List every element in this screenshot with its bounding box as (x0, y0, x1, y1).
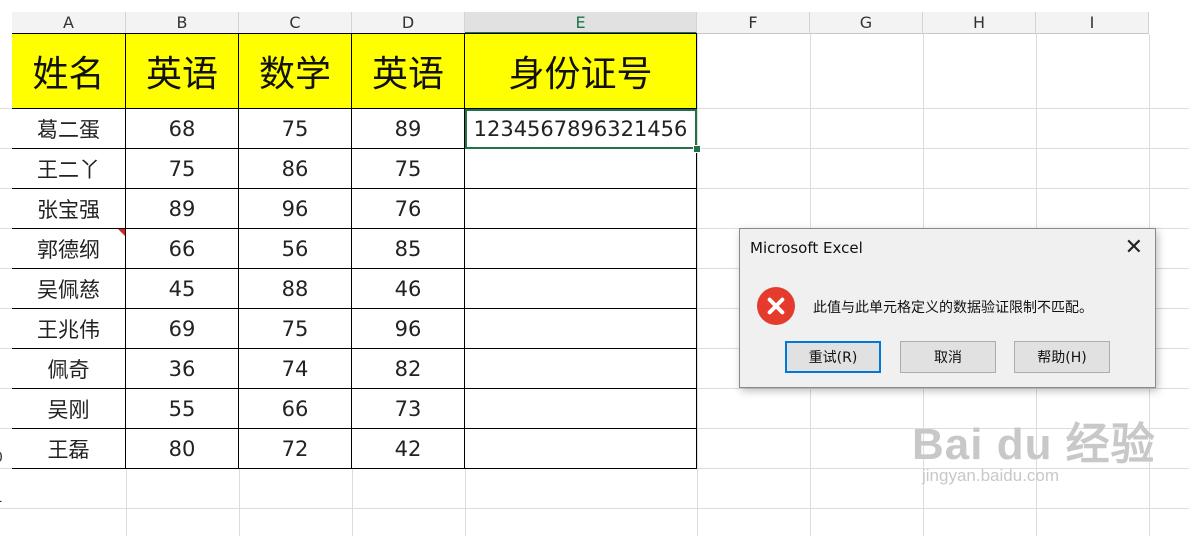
dialog-message: 此值与此单元格定义的数据验证限制不匹配。 (813, 300, 1093, 316)
header-cell-math[interactable]: 数学 (239, 34, 352, 109)
id-number-cell[interactable] (465, 389, 697, 429)
score-cell[interactable]: 42 (352, 429, 465, 469)
close-icon[interactable]: ✕ (1125, 235, 1143, 260)
score-cell[interactable]: 46 (352, 269, 465, 309)
name-cell[interactable]: 吴佩慈 (12, 269, 126, 309)
gridline (697, 34, 698, 536)
help-button[interactable]: 帮助(H) (1014, 341, 1110, 373)
id-number-cell[interactable] (465, 229, 697, 269)
dialog-body: 此值与此单元格定义的数据验证限制不匹配。 重试(R) 取消 帮助(H) (740, 267, 1155, 387)
row-number-10[interactable]: 0 (0, 450, 8, 466)
error-icon (757, 287, 795, 325)
fill-handle[interactable] (693, 145, 701, 153)
score-cell[interactable]: 72 (239, 429, 352, 469)
id-number-cell[interactable] (465, 429, 697, 469)
score-cell[interactable]: 66 (126, 229, 239, 269)
id-number-cell[interactable] (465, 269, 697, 309)
id-number-cell[interactable] (465, 309, 697, 349)
name-cell[interactable]: 佩奇 (12, 349, 126, 389)
header-cell-english-2[interactable]: 英语 (352, 34, 465, 109)
column-header-a[interactable]: A (12, 12, 126, 34)
gridline (126, 468, 127, 536)
baidu-watermark: Bai du 经验 jingyan.baidu.com (912, 408, 1156, 486)
retry-button[interactable]: 重试(R) (785, 341, 881, 373)
score-cell[interactable]: 89 (352, 109, 465, 149)
score-cell[interactable]: 75 (239, 109, 352, 149)
column-header-h[interactable]: H (923, 12, 1036, 34)
comment-indicator[interactable] (118, 229, 125, 236)
score-cell[interactable]: 82 (352, 349, 465, 389)
column-header-c[interactable]: C (239, 12, 352, 34)
score-cell[interactable]: 75 (239, 309, 352, 349)
error-dialog: Microsoft Excel ✕ 此值与此单元格定义的数据验证限制不匹配。 重… (739, 228, 1156, 388)
dialog-title: Microsoft Excel (750, 239, 863, 257)
score-cell[interactable]: 96 (352, 309, 465, 349)
score-cell[interactable]: 56 (239, 229, 352, 269)
gridline (352, 468, 353, 536)
column-header-i[interactable]: I (1036, 12, 1149, 34)
name-cell[interactable]: 王磊 (12, 429, 126, 469)
gridline (465, 468, 466, 536)
name-cell[interactable]: 郭德纲 (12, 229, 126, 269)
score-cell[interactable]: 73 (352, 389, 465, 429)
gridline (239, 468, 240, 536)
name-cell[interactable]: 王兆伟 (12, 309, 126, 349)
score-cell[interactable]: 88 (239, 269, 352, 309)
header-cell-english[interactable]: 英语 (126, 34, 239, 109)
id-number-cell[interactable] (465, 189, 697, 229)
score-cell[interactable]: 74 (239, 349, 352, 389)
gridline (0, 508, 1189, 509)
score-cell[interactable]: 76 (352, 189, 465, 229)
id-number-cell[interactable] (465, 349, 697, 389)
id-number-cell[interactable]: 1234567896321456 (465, 109, 697, 149)
watermark-logo: Bai du 经验 (912, 420, 1156, 469)
name-cell[interactable]: 吴刚 (12, 389, 126, 429)
score-cell[interactable]: 45 (126, 269, 239, 309)
name-cell[interactable]: 王二丫 (12, 149, 126, 189)
column-header-f[interactable]: F (697, 12, 810, 34)
column-header-b[interactable]: B (126, 12, 239, 34)
score-cell[interactable]: 80 (126, 429, 239, 469)
score-cell[interactable]: 86 (239, 149, 352, 189)
cancel-button[interactable]: 取消 (900, 341, 996, 373)
score-cell[interactable]: 89 (126, 189, 239, 229)
header-cell-id-number[interactable]: 身份证号 (465, 34, 697, 109)
column-header-g[interactable]: G (810, 12, 923, 34)
score-cell[interactable]: 75 (126, 149, 239, 189)
name-cell[interactable]: 葛二蛋 (12, 109, 126, 149)
score-cell[interactable]: 85 (352, 229, 465, 269)
name-cell[interactable]: 张宝强 (12, 189, 126, 229)
header-cell-name[interactable]: 姓名 (12, 34, 126, 109)
score-cell[interactable]: 69 (126, 309, 239, 349)
column-header-e[interactable]: E (465, 12, 697, 34)
score-cell[interactable]: 36 (126, 349, 239, 389)
id-number-cell[interactable] (465, 149, 697, 189)
score-cell[interactable]: 75 (352, 149, 465, 189)
score-cell[interactable]: 66 (239, 389, 352, 429)
score-cell[interactable]: 96 (239, 189, 352, 229)
column-header-d[interactable]: D (352, 12, 465, 34)
score-cell[interactable]: 68 (126, 109, 239, 149)
row-number-11[interactable]: 1 (0, 490, 8, 506)
score-cell[interactable]: 55 (126, 389, 239, 429)
